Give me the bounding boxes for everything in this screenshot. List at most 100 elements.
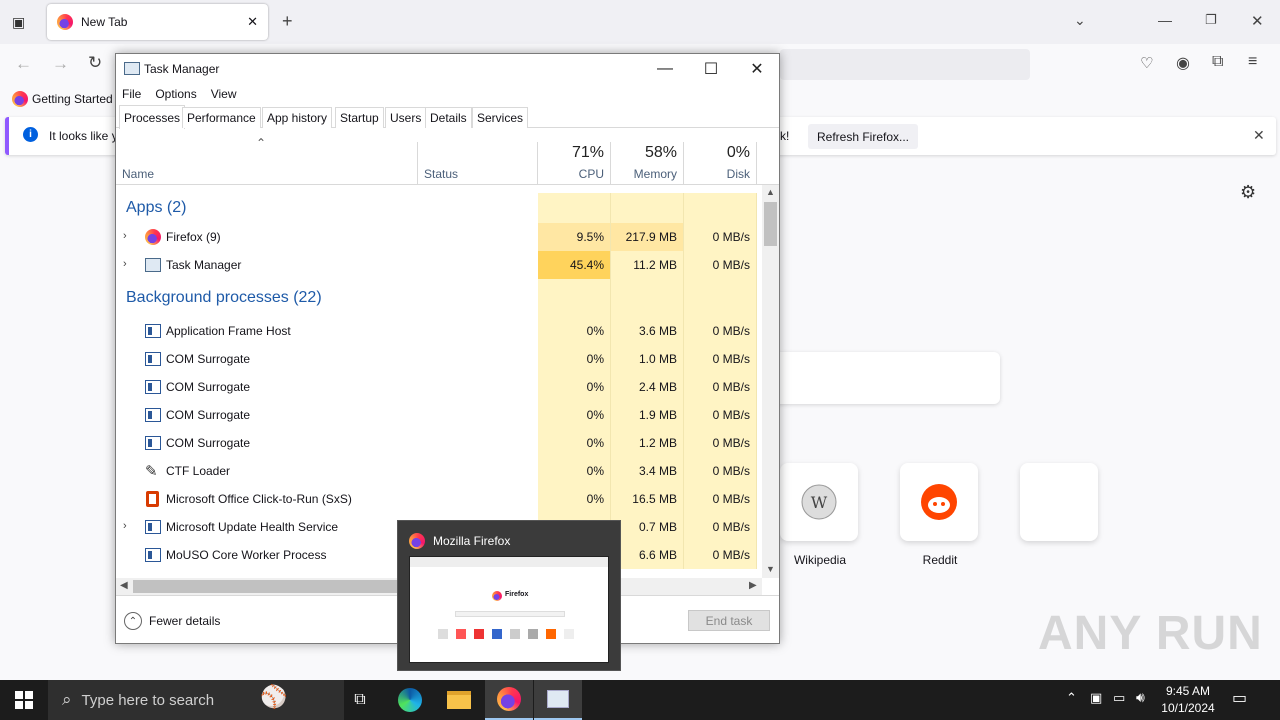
volume-icon[interactable]: 🔊︎ [1136,689,1145,706]
window-preview: Firefox [409,556,609,663]
column-name[interactable]: Name [122,167,154,181]
chevron-up-icon[interactable]: ⌃ [124,612,142,630]
cpu-value: 0% [538,401,611,429]
process-row[interactable]: COM Surrogate 0% 2.4 MB 0 MB/s [116,373,759,401]
tab-services[interactable]: Services [472,107,529,128]
scroll-left-icon[interactable]: ◀ [120,580,128,591]
end-task-button[interactable]: End task [688,610,770,631]
scroll-up-icon[interactable]: ▲ [766,187,775,197]
new-tab-button[interactable]: + [282,11,293,32]
cpu-value: 0% [538,429,611,457]
process-row-firefox[interactable]: › Firefox (9) 9.5% 217.9 MB 0 MB/s [116,223,759,251]
top-site-wikipedia[interactable]: W Wikipedia [780,463,858,567]
menu-icon[interactable]: ≡ [1248,53,1257,71]
process-row[interactable]: COM Surrogate 0% 1.2 MB 0 MB/s [116,429,759,457]
menu-options[interactable]: Options [155,87,196,101]
pocket-icon[interactable]: ♡ [1140,54,1153,72]
settings-gear-icon[interactable]: ⚙ [1240,182,1256,203]
task-manager-taskbar-icon[interactable] [534,680,582,720]
search-box[interactable] [760,352,1000,404]
notifications-icon[interactable]: ▭ [1232,688,1247,708]
memory-value: 1.9 MB [611,401,684,429]
close-window-button[interactable]: ✕ [1251,12,1264,30]
firefox-taskbar-icon[interactable] [485,680,533,720]
process-row[interactable]: ✎ CTF Loader 0% 3.4 MB 0 MB/s [116,457,759,485]
ctf-loader-icon: ✎ [145,463,158,480]
vertical-scroll-thumb[interactable] [764,202,777,246]
expand-chevron-icon[interactable]: › [123,258,127,270]
column-memory[interactable]: Memory [611,167,677,181]
account-icon[interactable]: ◉ [1176,53,1190,73]
clock[interactable]: 9:45 AM 10/1/2024 [1158,683,1218,717]
menu-view[interactable]: View [211,87,237,101]
clock-date: 10/1/2024 [1161,701,1215,715]
tab-title: New Tab [81,15,128,29]
back-icon[interactable]: ← [15,54,32,74]
process-icon [145,548,161,562]
tab-startup[interactable]: Startup [335,107,384,128]
expand-chevron-icon[interactable]: › [123,520,127,532]
top-site-reddit[interactable]: Reddit [900,463,978,567]
close-button[interactable]: ✕ [734,54,780,84]
refresh-firefox-button[interactable]: Refresh Firefox... [808,124,918,149]
start-button[interactable] [0,680,48,720]
process-row[interactable]: COM Surrogate 0% 1.9 MB 0 MB/s [116,401,759,429]
reload-icon[interactable]: ↻ [88,53,102,73]
taskbar-thumbnail-preview[interactable]: Mozilla Firefox Firefox [397,520,621,671]
menu-file[interactable]: File [122,87,141,101]
minimize-window-button[interactable]: — [1158,12,1172,28]
close-notification-icon[interactable]: ✕ [1253,127,1265,144]
close-tab-icon[interactable]: ✕ [247,14,258,30]
expand-chevron-icon[interactable]: › [123,230,127,242]
forward-icon[interactable]: → [52,54,69,74]
show-hidden-icons[interactable]: ⌃ [1066,690,1077,706]
column-disk[interactable]: Disk [684,167,750,181]
horizontal-scroll-thumb[interactable] [133,580,403,593]
preview-label: Firefox [505,591,529,598]
task-view-icon[interactable]: ⧉ [336,680,384,720]
tab-list-icon[interactable]: ▣ [12,14,25,31]
taskbar-search[interactable]: ⌕ Type here to search ⚾ [48,680,344,720]
group-apps: Apps (2) [116,193,759,223]
url-bar[interactable] [780,49,1030,80]
process-row[interactable]: Application Frame Host 0% 3.6 MB 0 MB/s [116,317,759,345]
firefox-icon [409,533,425,549]
maximize-button[interactable]: ☐ [688,54,734,84]
tab-details[interactable]: Details [425,107,472,128]
tab-users[interactable]: Users [385,107,427,128]
column-status[interactable]: Status [424,167,458,181]
process-icon [145,352,161,366]
browser-tab-new-tab[interactable]: New Tab ✕ [47,4,268,40]
firefox-icon [145,229,161,245]
edge-icon[interactable] [386,680,434,720]
disk-value: 0 MB/s [684,485,757,513]
scroll-down-icon[interactable]: ▼ [766,564,775,574]
disk-value: 0 MB/s [684,345,757,373]
process-row-task-manager[interactable]: › Task Manager 45.4% 11.2 MB 0 MB/s [116,251,759,279]
fewer-details-link[interactable]: Fewer details [149,614,220,628]
tab-app-history[interactable]: App history [262,107,333,128]
minimize-button[interactable]: — [642,54,688,84]
tab-processes[interactable]: Processes [119,105,186,129]
restore-window-button[interactable]: ❐ [1205,12,1217,28]
file-explorer-icon[interactable] [435,680,483,720]
tab-performance[interactable]: Performance [182,107,261,128]
network-icon[interactable]: ▭ [1113,690,1125,706]
empty-tile [1020,463,1098,541]
meet-now-icon[interactable]: ▣ [1090,690,1102,706]
column-cpu[interactable]: CPU [538,167,604,181]
task-manager-icon [124,62,140,75]
memory-value: 3.6 MB [611,317,684,345]
watermark: ANY RUN [1038,607,1263,660]
process-icon [145,408,161,422]
list-all-tabs-icon[interactable]: ⌄ [1074,12,1086,29]
top-site-empty[interactable] [1020,463,1098,541]
extensions-icon[interactable]: ⧉ [1212,53,1223,71]
process-icon [145,380,161,394]
process-row[interactable]: COM Surrogate 0% 1.0 MB 0 MB/s [116,345,759,373]
search-highlight-icon: ⚾ [260,684,288,709]
process-row[interactable]: Microsoft Office Click-to-Run (SxS) 0% 1… [116,485,759,513]
cpu-value: 45.4% [538,251,611,279]
scroll-right-icon[interactable]: ▶ [749,580,757,591]
bookmark-getting-started[interactable]: Getting Started [32,92,113,106]
